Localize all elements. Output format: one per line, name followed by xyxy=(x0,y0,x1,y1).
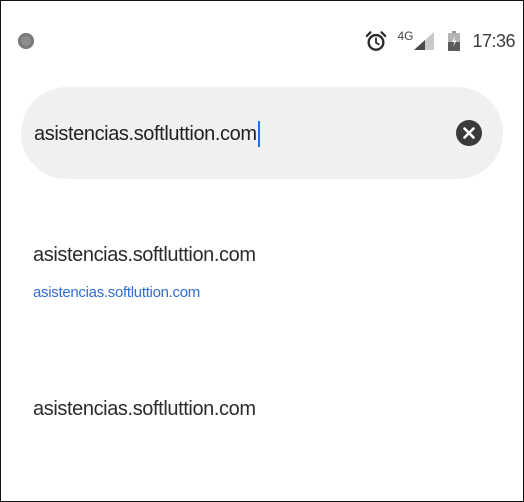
status-time: 17:36 xyxy=(472,30,515,51)
suggestion-item[interactable]: asistencias.softluttion.com xyxy=(1,371,523,451)
alarm-clock-icon xyxy=(366,31,387,51)
clear-search-button[interactable] xyxy=(456,120,482,146)
suggestion-title: asistencias.softluttion.com xyxy=(33,398,256,420)
cell-signal-icon xyxy=(414,32,435,50)
text-cursor xyxy=(257,121,260,147)
search-input[interactable]: asistencias.softluttion.com xyxy=(34,121,260,147)
suggestion-item[interactable]: asistencias.softluttion.com asistencias.… xyxy=(1,229,523,329)
network-type-label: 4G xyxy=(397,29,414,43)
battery-icon xyxy=(448,31,461,51)
search-bar[interactable]: asistencias.softluttion.com xyxy=(21,87,503,179)
suggestion-url: asistencias.softluttion.com xyxy=(33,284,200,301)
close-icon xyxy=(463,127,475,139)
status-icons: 4G 17:36 xyxy=(365,29,515,53)
notification-dot-icon xyxy=(18,33,34,49)
suggestion-title: asistencias.softluttion.com xyxy=(33,244,256,266)
app-screen: 4G 17:36 asistencias.softluttion.com asi… xyxy=(0,0,524,502)
search-query-text: asistencias.softluttion.com xyxy=(34,122,257,145)
status-bar: 4G 17:36 xyxy=(1,1,523,71)
